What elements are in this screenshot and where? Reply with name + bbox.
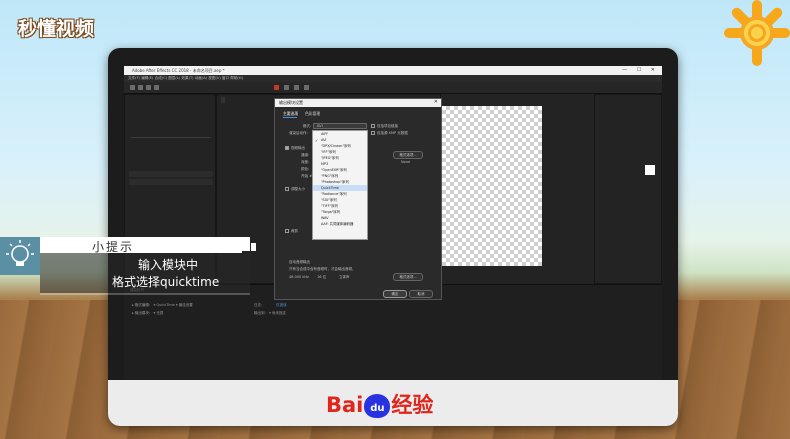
format-option-label: "PNG"序列	[321, 174, 339, 178]
crop-label: 裁剪	[291, 229, 298, 233]
color-label: 颜色:	[301, 167, 310, 171]
format-option-label: "DPX/Cineon"序列	[321, 144, 351, 148]
tip-body: 输入模块中 格式选择quicktime	[40, 253, 250, 293]
baidu-paw-icon: du	[364, 394, 391, 418]
sun-decoration-icon	[724, 0, 790, 66]
after-effects-screen: Adobe After Effects CC 2018 - 未命名项目.aep …	[124, 66, 662, 380]
tip-decoration-small	[251, 243, 256, 251]
baidu-jingyan-logo: Bai du 经验	[326, 393, 434, 418]
log-value[interactable]: 仅错误	[276, 303, 287, 308]
format-option-label: AVI	[321, 138, 327, 142]
brand-logo: 秒懂视频	[18, 18, 95, 40]
format-option-label: "Targa"序列	[321, 210, 341, 214]
audio-output-label[interactable]: 自动音频输出	[289, 260, 310, 265]
lightbulb-icon	[0, 237, 40, 275]
include-xmp-label: 包括源 XMP 元数据	[377, 131, 408, 135]
format-option-label: MP3	[321, 162, 329, 166]
cancel-button[interactable]: 取消	[409, 290, 433, 298]
audio-format-options-button[interactable]: 格式选项...	[393, 273, 423, 281]
format-label: 格式:	[303, 124, 312, 128]
resize-label: 调整大小	[291, 187, 305, 191]
menu-bar[interactable]: 文件(F) 编辑(E) 合成(C) 图层(L) 效果(T) 动画(A) 视图(V…	[124, 75, 662, 82]
format-option-label: QuickTime	[321, 186, 339, 190]
video-output-checkbox[interactable]	[285, 146, 289, 150]
format-option-label: AIFF	[321, 132, 329, 136]
audio-note: 只有当合成中含有音频时，才会输出音频。	[289, 267, 356, 271]
home-tool-icon[interactable]	[130, 85, 135, 90]
channels-label: 通道:	[301, 153, 310, 157]
audio-bits-select[interactable]: 16 位	[317, 275, 326, 280]
output-to-label[interactable]: 输出到： ▾ 尚未指定	[254, 311, 286, 316]
tip-line-1: 输入模块中	[138, 258, 199, 272]
zoom-tool-icon[interactable]	[154, 85, 159, 90]
format-edit-row[interactable]: ▸ 格式编辑： ▾ QuickTime ▾ 最佳设置	[132, 303, 193, 308]
include-xmp-checkbox[interactable]	[371, 131, 375, 135]
audio-channels-select[interactable]: 立体声	[339, 275, 350, 280]
format-option-label: WAV	[321, 216, 329, 220]
format-option-label: "JPEG"序列	[321, 156, 339, 160]
video-output-label: 视频输出	[291, 146, 305, 150]
tip-decoration	[242, 237, 250, 251]
include-project-link-checkbox[interactable]	[371, 124, 375, 128]
dialog-close-icon[interactable]: ✕	[434, 99, 438, 105]
pen-tool-icon[interactable]	[284, 85, 289, 90]
format-option-label: "OpenEXR"序列	[321, 168, 347, 172]
format-option-label: "Radiance"序列	[321, 192, 347, 196]
depth-label: 深度:	[301, 160, 310, 164]
window-titlebar: Adobe After Effects CC 2018 - 未命名项目.aep …	[124, 66, 662, 75]
tab-color-management[interactable]: 色彩管理	[305, 111, 320, 117]
format-option-label: "IFF"序列	[321, 150, 336, 154]
log-label: 日志：	[254, 303, 265, 307]
audio-rate-select[interactable]: 48.000 kHz	[289, 275, 309, 279]
resize-checkbox[interactable]	[285, 187, 289, 191]
tip-line-2: 格式选择quicktime	[112, 275, 220, 289]
hand-tool-icon[interactable]	[146, 85, 151, 90]
format-options-button[interactable]: 格式选项...	[393, 151, 423, 159]
window-controls[interactable]: — ☐ ✕	[622, 66, 659, 75]
right-panels	[594, 94, 662, 284]
format-select[interactable]: AVI	[313, 123, 367, 129]
post-render-label: 渲染后动作:	[289, 131, 308, 135]
tip-underline	[40, 293, 250, 295]
tip-header: 小提示	[40, 237, 242, 254]
format-option-label: AAF: 共同媒体编码器	[321, 222, 354, 226]
format-option-label: "TIFF"序列	[321, 204, 338, 208]
crop-checkbox[interactable]	[285, 229, 289, 233]
window-title: Adobe After Effects CC 2018 - 未命名项目.aep …	[132, 68, 225, 73]
format-dropdown-list: AIFF ✓ AVI "DPX/Cineon"序列 "IFF"序列 "JPEG"序列 MP3…	[312, 130, 368, 240]
ok-button[interactable]: 确定	[383, 290, 407, 298]
include-project-link-label: 包括项目链接	[377, 124, 398, 128]
effect-preview-icon	[645, 165, 655, 175]
text-tool-icon[interactable]	[294, 85, 299, 90]
comp-viewer-checkerboard	[442, 106, 542, 266]
select-tool-icon[interactable]	[138, 85, 143, 90]
output-module-row[interactable]: ▸ 输出模块： ▾ 无损	[132, 311, 163, 316]
comp-tab[interactable]	[221, 97, 225, 103]
tool-bar	[124, 82, 662, 94]
format-option-label: "SGI"序列	[321, 198, 337, 202]
format-option[interactable]: AAF: 共同媒体编码器	[313, 221, 367, 227]
tip-banner: 小提示 输入模块中 格式选择quicktime	[0, 233, 256, 303]
brush-tool-icon[interactable]	[304, 85, 309, 90]
codec-none-text: None	[401, 160, 411, 164]
record-icon[interactable]	[274, 85, 279, 90]
format-option-label: "Photoshop"序列	[321, 180, 349, 184]
dialog-title: 输出模块设置	[275, 99, 441, 107]
